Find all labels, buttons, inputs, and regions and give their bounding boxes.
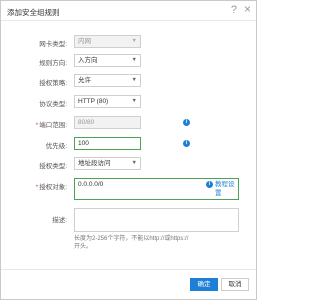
protocol-select[interactable]: HTTP (80) ▼ [74,95,141,108]
priority-value: 100 [78,140,89,147]
confirm-button[interactable]: 确定 [190,278,218,291]
description-label: 描述: [52,217,67,224]
add-security-group-rule-dialog: 添加安全组规则 ? × 网卡类型: 内网 ▼ 规则方向: 入方向 ▼ 授权策略:… [0,0,257,300]
dialog-titlebar: 添加安全组规则 ? × [1,1,256,21]
info-icon[interactable]: i [206,181,213,188]
nic-type-select: 内网 ▼ [74,35,141,48]
description-hint-line2: 开头。 [74,244,93,250]
auth-type-value: 地址段访问 [78,160,111,167]
help-icon[interactable]: ? [231,4,237,16]
policy-value: 允许 [78,77,91,84]
port-range-input: 80/80 [74,116,141,129]
cancel-button[interactable]: 取消 [221,278,249,291]
chevron-down-icon: ▼ [131,160,137,166]
direction-select[interactable]: 入方向 ▼ [74,54,141,67]
auth-object-label-text: 授权对象: [39,184,67,191]
description-hint-line1: 长度为2-256个字符，不能以http://或https:// [74,236,189,242]
priority-label: 优先级: [45,143,67,150]
auth-type-label: 授权类型: [39,163,67,170]
dialog-title: 添加安全组规则 [7,8,60,17]
nic-type-label: 网卡类型: [39,41,67,48]
auth-type-select[interactable]: 地址段访问 ▼ [74,157,141,170]
description-hint: 长度为2-256个字符，不能以http://或https:// 开头。 [74,235,194,251]
nic-type-value: 内网 [78,38,91,45]
policy-label: 授权策略: [39,80,67,87]
chevron-down-icon: ▼ [131,38,137,44]
direction-value: 入方向 [78,57,98,64]
port-range-label-text: 端口范围: [39,122,67,129]
direction-label: 规则方向: [39,60,67,67]
auth-object-label: *授权对象: [5,181,67,191]
description-textarea[interactable] [74,208,239,232]
chevron-down-icon: ▼ [131,57,137,63]
port-range-value: 80/80 [78,119,95,126]
chevron-down-icon: ▼ [131,98,137,104]
protocol-label: 协议类型: [39,101,67,108]
close-icon[interactable]: × [244,3,251,15]
chevron-down-icon: ▼ [131,77,137,83]
port-range-label: *端口范围: [5,119,67,129]
tutorial-link[interactable]: 教程设置 [215,180,235,198]
info-icon[interactable]: i [183,119,190,126]
required-mark: * [35,184,39,191]
priority-input[interactable]: 100 [74,137,141,150]
auth-object-value: 0.0.0.0/0 [78,181,104,188]
protocol-value: HTTP (80) [78,98,109,105]
policy-select[interactable]: 允许 ▼ [74,74,141,87]
required-mark: * [35,122,39,129]
info-icon[interactable]: i [183,140,190,147]
dialog-footer: 确定 取消 [1,269,256,299]
